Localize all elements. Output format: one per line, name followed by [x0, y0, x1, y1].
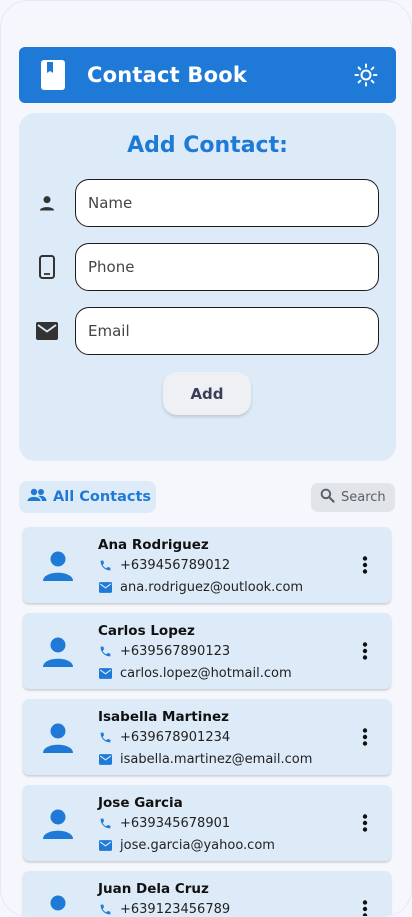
contact-card[interactable]: Jose Garcia +639345678901 jose.garcia@ya… — [23, 785, 391, 861]
add-button[interactable]: Add — [163, 372, 251, 415]
contact-card[interactable]: Juan Dela Cruz +639123456789 — [23, 871, 391, 917]
contact-phone-row: +639567890123 — [98, 644, 230, 659]
phone-field-row — [33, 243, 379, 291]
theme-toggle-icon[interactable] — [352, 61, 380, 89]
mail-icon — [98, 839, 112, 853]
contact-name: Isabella Martinez — [98, 709, 229, 725]
contact-email-row: jose.garcia@yahoo.com — [98, 838, 275, 853]
phone-icon — [98, 731, 112, 745]
add-contact-card: Add Contact: Add — [19, 113, 396, 461]
app-screen: Contact Book Add Contact: Name Phone Ema… — [0, 0, 412, 917]
phone-device-icon — [33, 253, 61, 281]
contact-phone-row: +639123456789 — [98, 902, 231, 917]
contact-email: isabella.martinez@email.com — [120, 752, 313, 767]
form-title: Add Contact: — [127, 133, 288, 158]
contact-phone: +639567890123 — [120, 644, 231, 659]
more-vert-icon[interactable] — [356, 640, 374, 662]
phone-icon — [98, 645, 112, 659]
contact-phone: +639345678901 — [120, 816, 231, 831]
mail-icon — [33, 317, 61, 345]
contact-email: ana.rodriguez@outlook.com — [120, 580, 304, 595]
avatar-icon — [41, 721, 75, 755]
more-vert-icon[interactable] — [356, 554, 374, 576]
avatar-icon — [41, 549, 75, 583]
email-field-row — [33, 307, 379, 355]
contact-email-row: carlos.lopez@hotmail.com — [98, 666, 292, 681]
contact-phone-row: +639345678901 — [98, 816, 230, 831]
avatar-icon — [41, 807, 75, 841]
app-bar: Contact Book — [19, 47, 396, 103]
contact-phone-row: +639456789012 — [98, 558, 230, 573]
avatar-icon — [41, 635, 75, 669]
contact-card[interactable]: Isabella Martinez +639678901234 isabella… — [23, 699, 391, 775]
more-vert-icon[interactable] — [356, 812, 374, 834]
phone-icon — [98, 559, 112, 573]
name-input[interactable] — [75, 179, 379, 227]
people-icon — [27, 488, 47, 507]
contact-name: Carlos Lopez — [98, 623, 195, 639]
email-input[interactable] — [75, 307, 379, 355]
contact-name: Juan Dela Cruz — [98, 881, 209, 897]
contact-card[interactable]: Ana Rodriguez +639456789012 ana.rodrigue… — [23, 527, 391, 603]
more-vert-icon[interactable] — [356, 726, 374, 748]
book-icon — [39, 60, 67, 90]
contact-email-row: ana.rodriguez@outlook.com — [98, 580, 303, 595]
contact-name: Jose Garcia — [98, 795, 183, 811]
search-button[interactable]: Search — [311, 483, 395, 512]
phone-icon — [98, 817, 112, 831]
contact-email-row: isabella.martinez@email.com — [98, 752, 312, 767]
contact-phone: +639456789012 — [120, 558, 231, 573]
contact-name: Ana Rodriguez — [98, 537, 209, 553]
person-icon — [33, 189, 61, 217]
phone-icon — [98, 903, 112, 917]
contact-phone: +639678901234 — [120, 730, 231, 745]
more-vert-icon[interactable] — [356, 898, 374, 916]
contact-email: jose.garcia@yahoo.com — [120, 838, 275, 853]
contact-card[interactable]: Carlos Lopez +639567890123 carlos.lopez@… — [23, 613, 391, 689]
app-title: Contact Book — [87, 63, 248, 87]
contact-phone-row: +639678901234 — [98, 730, 230, 745]
name-field-row — [33, 179, 379, 227]
mail-icon — [98, 581, 112, 595]
all-contacts-chip[interactable]: All Contacts — [19, 481, 156, 513]
phone-input[interactable] — [75, 243, 379, 291]
mail-icon — [98, 667, 112, 681]
avatar-icon — [41, 893, 75, 916]
mail-icon — [98, 753, 112, 767]
all-contacts-label: All Contacts — [53, 489, 152, 505]
contact-email: carlos.lopez@hotmail.com — [120, 666, 292, 681]
contact-phone: +639123456789 — [120, 902, 231, 917]
search-label: Search — [341, 490, 386, 505]
search-icon — [320, 488, 335, 508]
